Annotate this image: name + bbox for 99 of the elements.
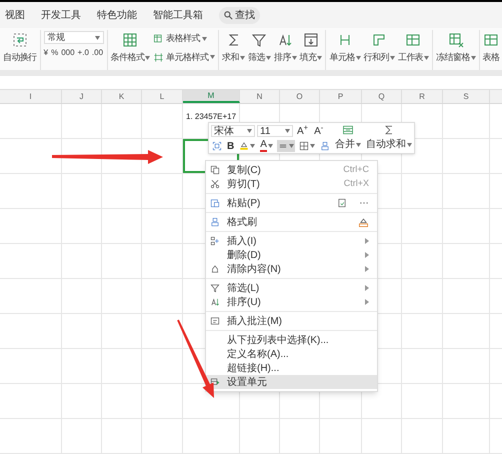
grid-icon — [122, 32, 138, 48]
number-format-button[interactable]: .00 — [92, 47, 104, 59]
chevron-icon — [365, 238, 369, 244]
column-header[interactable]: S — [443, 90, 490, 103]
column-header[interactable]: M — [183, 90, 240, 103]
column-header[interactable]: O — [280, 90, 320, 103]
sigma-icon — [382, 124, 395, 136]
table-icon — [153, 33, 164, 44]
caret-icon — [356, 142, 361, 146]
sheet-icon — [405, 32, 422, 48]
chevron-icon — [365, 252, 369, 258]
toolbar-button[interactable] — [298, 140, 316, 152]
menu-item[interactable]: 超链接(H)... — [206, 361, 377, 375]
column-header[interactable]: I — [0, 90, 62, 103]
ribbon-tab[interactable]: 特色功能 — [97, 8, 137, 22]
column-header[interactable]: R — [402, 90, 443, 103]
search-button[interactable]: 查找 — [219, 6, 260, 24]
menu-item[interactable]: 删除(D) — [206, 248, 377, 262]
rows-icon — [371, 32, 388, 48]
fill-icon — [303, 32, 320, 48]
ribbon-tab[interactable]: 智能工具箱 — [153, 8, 203, 22]
font-dropdown[interactable]: 宋体 — [211, 125, 255, 138]
chevron-icon — [365, 266, 369, 272]
menu-item[interactable]: 复制(C) Ctrl+C — [206, 163, 377, 177]
filter-icon — [251, 32, 268, 48]
font-size-dropdown[interactable]: 11 — [257, 125, 293, 138]
search-label: 查找 — [235, 8, 255, 22]
number-format-button[interactable]: 000 — [61, 47, 75, 59]
border-icon — [298, 141, 309, 152]
sheet-icon — [483, 32, 500, 48]
menu-item[interactable]: 插入批注(M) — [206, 314, 377, 328]
menu-item[interactable]: 剪切(T) Ctrl+X — [206, 177, 377, 191]
number-format-dropdown[interactable]: 常规 — [44, 31, 104, 44]
shrink-font-button[interactable]: A$^{-}$ — [312, 124, 326, 139]
ribbon-button[interactable]: 冻结窗格 — [436, 30, 476, 64]
menu-item[interactable]: 排序(U) — [206, 295, 377, 309]
menu-item[interactable]: 清除内容(N) — [206, 262, 377, 276]
ribbon-button[interactable]: 表格样式 — [153, 32, 216, 46]
sort-icon — [277, 32, 294, 48]
grid-icon — [448, 32, 464, 48]
clipboard-icon — [337, 198, 347, 208]
scissors-icon — [210, 179, 220, 189]
menu-item[interactable]: 筛选(L) — [206, 281, 377, 295]
search-icon — [224, 10, 233, 20]
menu-item[interactable]: 插入(I) — [206, 234, 377, 248]
ribbon-button[interactable]: 筛选 — [248, 30, 271, 64]
chevron-icon — [365, 285, 369, 291]
caret-icon — [285, 129, 290, 134]
ribbon-button[interactable]: 条件格式 — [110, 30, 150, 64]
toolbar-button[interactable] — [238, 140, 256, 152]
caret-icon — [406, 142, 412, 146]
paint-bucket-icon — [239, 141, 250, 152]
cell-icon — [153, 52, 164, 63]
menu-item[interactable]: 粘贴(P) — [206, 196, 377, 210]
column-header[interactable]: N — [240, 90, 280, 103]
menu-item[interactable]: 从下拉列表中选择(K)... — [206, 333, 377, 347]
toolbar-button[interactable]: A — [259, 140, 274, 152]
merge-icon — [342, 124, 354, 136]
column-header[interactable]: P — [320, 90, 362, 103]
grow-font-button[interactable]: A$^{+}$ — [295, 124, 310, 139]
toolbar-button[interactable]: 自动求和 — [366, 124, 412, 152]
toolbar-button[interactable] — [276, 140, 295, 152]
toolbar-button[interactable]: B — [226, 140, 236, 152]
shortcut-text: Ctrl+C — [343, 163, 369, 176]
ribbon-button[interactable]: 单元格样式 — [153, 50, 216, 64]
number-format-button[interactable]: ¥ — [44, 47, 48, 59]
chevron-icon — [365, 299, 369, 305]
wrap-icon — [12, 32, 28, 48]
ribbon-button[interactable]: 行和列 — [364, 30, 395, 64]
ribbon-button[interactable]: 单元格 — [329, 30, 361, 64]
number-format-button[interactable]: +.0 — [78, 47, 89, 59]
copy-icon — [210, 165, 220, 175]
toolbar-button[interactable]: 合并 — [334, 124, 361, 152]
ribbon-button[interactable]: 排序 — [274, 30, 297, 64]
clipboard-icon — [210, 198, 220, 208]
note-icon — [210, 316, 220, 326]
cell-text: 1. 23457E+17 — [185, 111, 236, 123]
number-format-button[interactable]: % — [51, 47, 58, 59]
ribbon-tab[interactable]: 开发工具 — [41, 8, 81, 22]
column-header[interactable]: K — [102, 90, 142, 103]
menu-item[interactable]: 定义名称(A)... — [206, 347, 377, 361]
select-icon — [212, 141, 222, 152]
ribbon-button[interactable]: 自动换行 — [3, 30, 37, 64]
ribbon-button[interactable]: 表格 — [482, 30, 500, 64]
ribbon-button[interactable]: 填充 — [300, 30, 322, 64]
menu-item[interactable]: 格式刷 — [206, 215, 377, 229]
sort-icon — [210, 297, 220, 307]
ribbon-button[interactable]: 工作表 — [398, 30, 430, 64]
shortcut-text: Ctrl+X — [344, 177, 369, 190]
toolbar-button[interactable] — [211, 140, 223, 152]
caret-icon — [94, 36, 100, 40]
caret-icon — [247, 129, 252, 134]
menu-item[interactable]: 设置单元 — [206, 375, 377, 389]
filter-icon — [210, 283, 220, 293]
ribbon-tab[interactable]: 视图 — [5, 8, 25, 22]
column-header[interactable]: Q — [362, 90, 402, 103]
column-header[interactable]: J — [62, 90, 102, 103]
ribbon-button[interactable]: 求和 — [222, 30, 246, 64]
insert-icon — [210, 236, 220, 246]
